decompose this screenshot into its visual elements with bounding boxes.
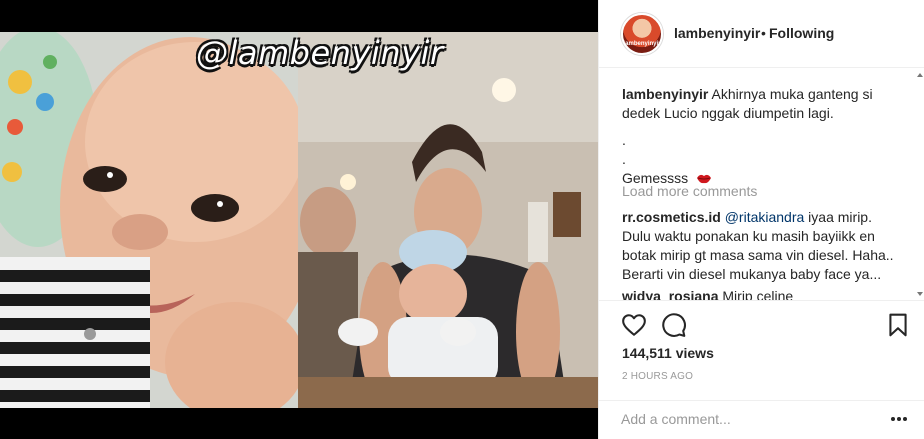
add-comment-bar (599, 400, 924, 439)
caption-dot-2: . (622, 151, 626, 167)
caption-text-line1: Akhirnya muka ganteng si (711, 86, 873, 102)
post-caption: lambenyinyir Akhirnya muka ganteng si de… (622, 85, 902, 188)
caption-username-link[interactable]: lambenyinyir (622, 86, 708, 102)
load-more-comments-link[interactable]: Load more comments (622, 183, 757, 199)
post-timestamp[interactable]: 2 HOURS AGO (622, 371, 693, 382)
caption-dot-1: . (622, 132, 626, 148)
post-header: lambenyinyir lambenyinyir • Following (599, 0, 924, 68)
comment-username-link[interactable]: rr.cosmetics.id (622, 209, 721, 225)
speech-bubble-icon[interactable] (661, 312, 687, 338)
comment-item: rr.cosmetics.id @ritakiandra iyaa mirip.… (622, 208, 902, 284)
comment-mention-link[interactable]: @ritakiandra (725, 209, 805, 225)
comment-text: Mirip celine (718, 288, 794, 300)
view-count[interactable]: 144,511 views (622, 345, 714, 361)
following-button[interactable]: Following (769, 25, 834, 41)
video-right-frame (298, 32, 598, 408)
comment-item: widya_rosiana Mirip celine (622, 287, 902, 300)
caption-text-line2: dedek Lucio nggak diumpetin lagi. (622, 105, 834, 121)
scroll-down-arrow-icon[interactable] (917, 292, 923, 296)
heart-icon[interactable] (621, 312, 647, 338)
baby-closeup-image (0, 32, 298, 408)
comment-input[interactable] (621, 409, 871, 429)
post-side-panel: lambenyinyir lambenyinyir • Following la… (598, 0, 924, 439)
bookmark-icon[interactable] (885, 312, 911, 338)
video-left-frame (0, 32, 298, 408)
comments-list[interactable]: lambenyinyir Akhirnya muka ganteng si de… (599, 69, 924, 300)
ellipsis-icon[interactable] (891, 417, 909, 423)
comments-scrollbar[interactable] (916, 69, 924, 300)
avatar[interactable]: lambenyinyir (621, 13, 663, 55)
scroll-up-arrow-icon[interactable] (917, 73, 923, 77)
post-actions: 144,511 views 2 HOURS AGO (599, 300, 924, 400)
comment-username-link[interactable]: widya_rosiana (622, 288, 719, 300)
header-separator: • (761, 25, 766, 41)
watermark-text: @lambenyinyir (196, 34, 444, 72)
avatar-label: lambenyinyir (623, 41, 661, 47)
man-holding-baby-image (298, 32, 598, 408)
post-video[interactable]: @lambenyinyir (0, 0, 598, 439)
header-username-link[interactable]: lambenyinyir (674, 25, 760, 41)
